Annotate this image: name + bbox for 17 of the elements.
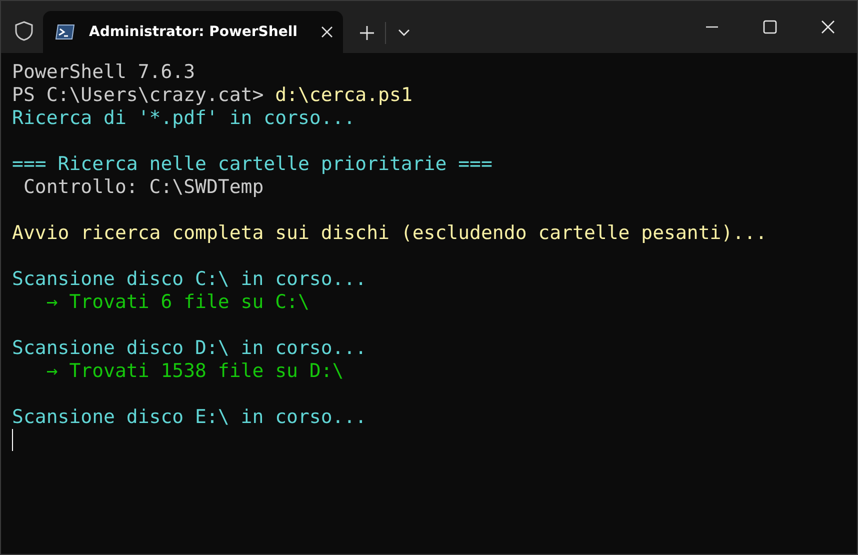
terminal-text: Scansione disco E:\ in corso... — [12, 406, 367, 429]
terminal-text: Scansione disco D:\ in corso... — [12, 337, 367, 360]
terminal-text: d:\cerca.ps1 — [275, 84, 412, 107]
terminal-text: Avvio ricerca completa sui dischi (escludendo cartelle pesanti)... — [12, 222, 767, 245]
terminal-text: === Ricerca nelle cartelle prioritarie === — [12, 153, 492, 176]
terminal-text: Scansione disco C:\ in corso... — [12, 268, 367, 291]
terminal-text: PS C:\Users\crazy.cat> — [12, 84, 265, 107]
terminal-text: PowerShell 7.6.3 — [12, 61, 196, 84]
tab-title: Administrator: PowerShell — [89, 24, 298, 40]
terminal-text: → Trovati 6 file su C:\ — [45, 291, 310, 314]
terminal-text: Controllo: C:\SWDTemp — [22, 176, 264, 199]
tab[interactable]: Administrator: PowerShell — [43, 11, 343, 53]
terminal-text: → Trovati 1538 file su D:\ — [45, 360, 344, 383]
close-icon[interactable] — [321, 26, 333, 38]
terminal-text: Ricerca di '*.pdf' in corso... — [12, 107, 356, 130]
terminal-icon — [55, 24, 75, 40]
text-cursor — [12, 429, 13, 451]
